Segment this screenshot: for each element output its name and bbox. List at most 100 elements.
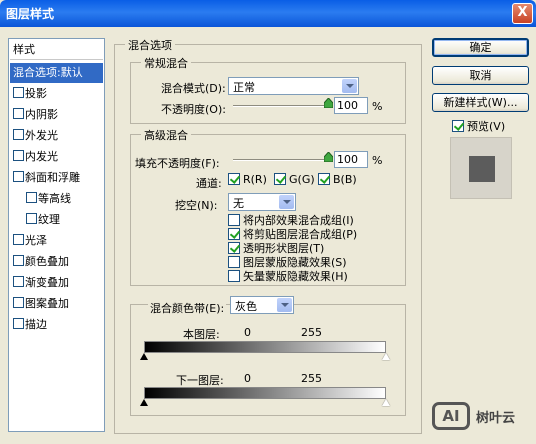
drop-shadow-checkbox[interactable] <box>13 87 24 98</box>
new-style-button-label: 新建样式(W)... <box>443 96 518 109</box>
this-layer-black-slider[interactable] <box>140 353 148 360</box>
inner-shadow-checkbox[interactable] <box>13 108 24 119</box>
sidebar-item-texture[interactable]: 纹理 <box>10 210 103 230</box>
channel-b-checkbox[interactable]: B(B) <box>318 173 357 186</box>
channel-r-label: R(R) <box>243 173 267 186</box>
preview-checkbox[interactable]: 预览(V) <box>452 118 505 134</box>
advanced-blending-title: 高级混合 <box>141 127 191 143</box>
channel-g-checkbox[interactable]: G(G) <box>274 173 315 186</box>
satin-checkbox[interactable] <box>13 234 24 245</box>
blending-options-title: 混合选项 <box>125 37 175 53</box>
sidebar-item-label: 图案叠加 <box>25 297 69 310</box>
underlying-layer-min: 0 <box>244 372 251 385</box>
vector-mask-hides-check <box>228 270 240 282</box>
texture-checkbox[interactable] <box>26 213 37 224</box>
watermark-logo-text: AI <box>442 407 460 425</box>
preview-check <box>452 120 464 132</box>
preview-label: 预览(V) <box>467 120 506 133</box>
this-layer-label: 本图层: <box>183 328 220 341</box>
sidebar-item-label: 内发光 <box>25 150 58 163</box>
this-layer-min: 0 <box>244 326 251 339</box>
fill-opacity-slider-thumb[interactable] <box>324 152 333 162</box>
sidebar-item-pattern-overlay[interactable]: 图案叠加 <box>10 294 103 314</box>
ok-button[interactable]: 确定 <box>432 38 529 57</box>
sidebar-item-satin[interactable]: 光泽 <box>10 231 103 251</box>
blend-if-select[interactable]: 灰色 <box>230 296 294 314</box>
fill-opacity-input[interactable]: 100 <box>334 151 368 168</box>
new-style-button[interactable]: 新建样式(W)... <box>432 93 529 112</box>
cancel-button[interactable]: 取消 <box>432 66 529 85</box>
gradient-overlay-checkbox[interactable] <box>13 276 24 287</box>
sidebar-item-inner-shadow[interactable]: 内阴影 <box>10 105 103 125</box>
blend-if-value: 灰色 <box>235 300 257 313</box>
inner-glow-checkbox[interactable] <box>13 150 24 161</box>
ok-button-label: 确定 <box>469 41 492 54</box>
underlying-layer-black-slider[interactable] <box>140 399 148 406</box>
sidebar-item-bevel-emboss[interactable]: 斜面和浮雕 <box>10 168 103 188</box>
channel-r-check <box>228 173 240 185</box>
vector-mask-hides-checkbox[interactable]: 矢量蒙版隐藏效果(H) <box>228 268 348 284</box>
stroke-checkbox[interactable] <box>13 318 24 329</box>
knockout-select[interactable]: 无 <box>228 193 296 211</box>
blend-if-label: 混合颜色带(E): <box>148 300 227 316</box>
sidebar-item-outer-glow[interactable]: 外发光 <box>10 126 103 146</box>
sidebar-item-gradient-overlay[interactable]: 渐变叠加 <box>10 273 103 293</box>
styles-header[interactable]: 样式 <box>10 40 103 60</box>
channel-g-check <box>274 173 286 185</box>
knockout-label: 挖空(N): <box>175 199 218 212</box>
sidebar-item-label: 混合选项:默认 <box>13 66 83 79</box>
sidebar-item-drop-shadow[interactable]: 投影 <box>10 84 103 104</box>
fill-opacity-percent: % <box>372 154 383 167</box>
blend-mode-value: 正常 <box>233 81 255 94</box>
fill-opacity-input-value: 100 <box>337 153 358 166</box>
sidebar-item-stroke[interactable]: 描边 <box>10 315 103 335</box>
fill-opacity-label: 填充不透明度(F): <box>135 157 220 170</box>
close-button[interactable]: X <box>512 3 533 24</box>
window-title: 图层样式 <box>6 7 55 21</box>
styles-header-label: 样式 <box>13 43 35 56</box>
sidebar-item-label: 颜色叠加 <box>25 255 69 268</box>
sidebar-item-contour[interactable]: 等高线 <box>10 189 103 209</box>
sidebar-item-label: 渐变叠加 <box>25 276 69 289</box>
opacity-label: 不透明度(O): <box>161 103 226 116</box>
sidebar-item-label: 投影 <box>25 87 47 100</box>
chevron-down-icon <box>277 298 292 312</box>
sidebar-item-color-overlay[interactable]: 颜色叠加 <box>10 252 103 272</box>
chevron-down-icon <box>342 79 357 93</box>
sidebar-item-label: 等高线 <box>38 192 71 205</box>
channel-g-label: G(G) <box>289 173 315 186</box>
sidebar-item-label: 内阴影 <box>25 108 58 121</box>
underlying-layer-white-slider[interactable] <box>382 399 390 406</box>
general-blending-title: 常规混合 <box>141 55 191 71</box>
color-overlay-checkbox[interactable] <box>13 255 24 266</box>
contour-checkbox[interactable] <box>26 192 37 203</box>
this-layer-white-slider[interactable] <box>382 353 390 360</box>
sidebar-item-blending-options[interactable]: 混合选项:默认 <box>10 63 103 83</box>
outer-glow-checkbox[interactable] <box>13 129 24 140</box>
opacity-percent: % <box>372 100 383 113</box>
opacity-slider-track[interactable] <box>233 105 329 107</box>
cancel-button-label: 取消 <box>469 69 492 82</box>
watermark-text: 树叶云 <box>476 411 516 426</box>
style-preview-swatch <box>469 156 495 182</box>
opacity-slider-thumb[interactable] <box>324 98 333 108</box>
title-bar: 图层样式 X <box>0 0 536 27</box>
watermark-logo: AI <box>432 402 470 430</box>
sidebar-item-label: 斜面和浮雕 <box>25 171 80 184</box>
blend-mode-select[interactable]: 正常 <box>228 77 359 95</box>
bevel-emboss-checkbox[interactable] <box>13 171 24 182</box>
channel-b-label: B(B) <box>333 173 357 186</box>
fill-opacity-slider-track[interactable] <box>233 159 329 161</box>
underlying-layer-label: 下一图层: <box>176 374 224 387</box>
underlying-layer-max: 255 <box>301 372 322 385</box>
pattern-overlay-checkbox[interactable] <box>13 297 24 308</box>
channels-label: 通道: <box>196 177 222 190</box>
opacity-input[interactable]: 100 <box>334 97 368 114</box>
sidebar-item-label: 光泽 <box>25 234 47 247</box>
sidebar-item-inner-glow[interactable]: 内发光 <box>10 147 103 167</box>
sidebar-item-label: 描边 <box>25 318 47 331</box>
vector-mask-hides-label: 矢量蒙版隐藏效果(H) <box>243 270 348 283</box>
channel-r-checkbox[interactable]: R(R) <box>228 173 267 186</box>
blend-if-group <box>130 304 406 416</box>
style-preview <box>450 137 512 199</box>
